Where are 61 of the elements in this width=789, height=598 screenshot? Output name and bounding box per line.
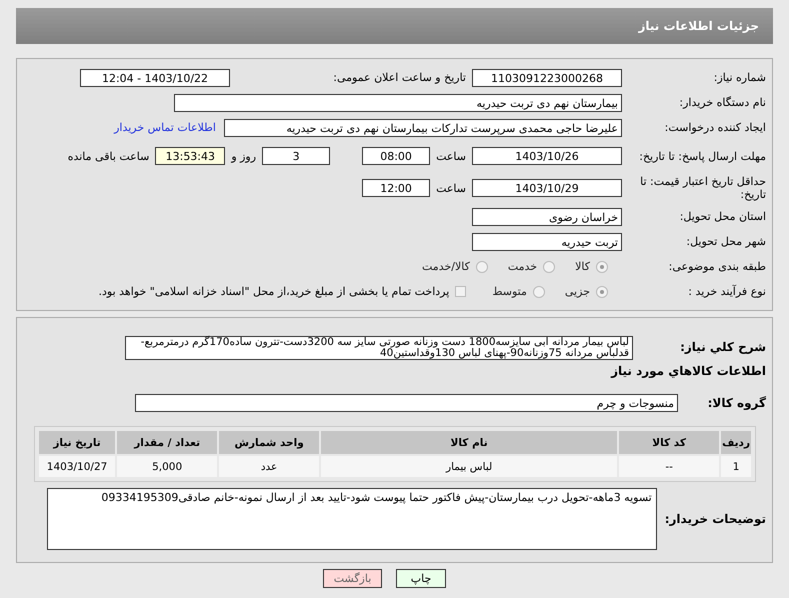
- text-field[interactable]: 1403/10/26: [472, 147, 622, 165]
- text-field[interactable]: 1403/10/29: [472, 179, 622, 197]
- checkbox-label: پرداخت تمام یا بخشی از مبلغ خرید،از محل "اسناد خزانه اسلامی" خواهد بود.: [98, 285, 450, 298]
- text-field[interactable]: 08:00: [362, 147, 430, 165]
- text-field[interactable]: 3: [262, 147, 330, 165]
- text-field[interactable]: 1403/10/22 - 12:04: [80, 68, 230, 86]
- contact-link[interactable]: اطلاعات تماس خریدار: [114, 121, 216, 134]
- column-header: تعداد / مقدار: [117, 431, 218, 454]
- radio-button[interactable]: [543, 260, 556, 272]
- section-heading: اطلاعات كالاهاي مورد نياز: [610, 363, 767, 378]
- field-label: استان محل تحویل:: [678, 210, 767, 223]
- field-label: شرح كلي نياز:: [679, 339, 766, 354]
- text-field[interactable]: 1103091223000268: [472, 68, 622, 86]
- field-label: مهلت ارسال پاسخ: تا تاریخ:: [638, 150, 767, 162]
- field-label: طبقه بندی موضوعی:: [668, 260, 767, 273]
- time-label: ساعت: [436, 150, 466, 162]
- radio-button[interactable]: [596, 260, 608, 272]
- field-label: حداقل تاریخ اعتبار قیمت: تا تاریخ:: [639, 175, 767, 201]
- description-box[interactable]: لباس بیمار مردانه ابی سایزسه1800 دست وزنانه صورتی سایز سه 3200دست-تترون ساده170گرم درمترمربع-قدلباس مردانه 75وزنانه90-پهنای لباس 130وقداستین40: [125, 336, 633, 360]
- text-field[interactable]: علیرضا حاجی محمدی سرپرست تدارکات بیمارستان نهم دی تربت حیدریه: [224, 118, 622, 136]
- column-header: تاریخ نیاز: [39, 431, 116, 454]
- radio-button[interactable]: [596, 286, 608, 298]
- countdown-field: 13:53:43: [155, 147, 226, 165]
- table-cell: لباس بیمار: [321, 456, 618, 477]
- text-field[interactable]: منسوجات و چرم: [135, 394, 678, 412]
- table-cell: 1403/10/27: [39, 456, 116, 477]
- option-label: کالا: [575, 260, 590, 273]
- checkbox[interactable]: [455, 286, 466, 297]
- option-label: کالا/خدمت: [422, 260, 470, 273]
- field-label: نوع فرآیند خرید :: [687, 285, 767, 298]
- option-label: جزیی: [564, 285, 590, 298]
- field-label: توضیحات خریدار:: [664, 511, 766, 527]
- back-button[interactable]: بازگشت: [323, 569, 382, 588]
- option-label: خدمت: [508, 260, 538, 273]
- field-label: نام دستگاه خریدار:: [678, 96, 767, 109]
- table-cell: 1: [721, 456, 751, 477]
- radio-button[interactable]: [532, 286, 545, 298]
- column-header: واحد شمارش: [219, 431, 320, 454]
- days-label: روز و: [231, 150, 256, 162]
- text-field[interactable]: خراسان رضوی: [472, 208, 622, 226]
- field-label: شهر محل تحویل:: [685, 235, 767, 248]
- text-field[interactable]: 12:00: [362, 179, 430, 197]
- time-label: ساعت: [436, 182, 466, 194]
- remaining-label: ساعت باقی مانده: [68, 150, 150, 162]
- column-header: کد کالا: [619, 431, 720, 454]
- column-header: ردیف: [721, 431, 751, 454]
- radio-button[interactable]: [476, 260, 488, 272]
- notes-box[interactable]: تسویه 3ماهه-تحویل درب بیمارستان-پیش فاکتور حتما پیوست شود-تایید بعد از ارسال نمونه-خانم صادقی09334195309: [46, 488, 657, 550]
- table-cell: --: [619, 456, 720, 477]
- text-field[interactable]: بیمارستان نهم دی تربت حیدریه: [174, 94, 622, 112]
- option-label: متوسط: [492, 285, 527, 298]
- table-cell: 5,000: [117, 456, 218, 477]
- column-header: نام کالا: [321, 431, 618, 454]
- field-label: ایجاد کننده درخواست:: [664, 121, 767, 134]
- field-label: شماره نیاز:: [712, 71, 767, 84]
- page-title: جزئیات اطلاعات نیاز: [638, 19, 759, 33]
- field-label: گروه کالا:: [706, 396, 766, 410]
- table-cell: عدد: [219, 456, 320, 477]
- field-label: تاریخ و ساعت اعلان عمومی:: [332, 71, 466, 84]
- text-field[interactable]: تربت حیدریه: [472, 232, 622, 250]
- print-button[interactable]: چاپ: [396, 569, 446, 588]
